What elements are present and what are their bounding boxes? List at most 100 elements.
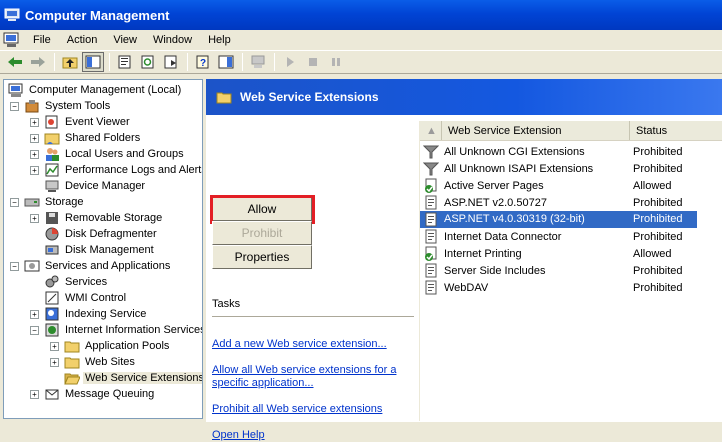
expand-toggle[interactable]: + <box>30 166 39 175</box>
folder-icon <box>64 341 80 353</box>
extension-name: WebDAV <box>444 281 489 294</box>
pause-button[interactable] <box>325 52 347 72</box>
tree-label: Internet Information Services <box>65 324 203 336</box>
extension-cell: All Unknown ISAPI Extensions <box>420 161 627 177</box>
export-list-button[interactable] <box>160 52 182 72</box>
tree-node-disk-defragmenter[interactable]: Disk Defragmenter <box>44 226 159 242</box>
tree-node-web-sites[interactable]: Web Sites <box>64 354 137 370</box>
console-tree[interactable]: Computer Management (Local) − System Too… <box>3 79 203 419</box>
list-item[interactable]: All Unknown ISAPI Extensions Prohibited <box>420 160 722 177</box>
connect-button[interactable] <box>247 52 269 72</box>
add-extension-link[interactable]: Add a new Web service extension... <box>212 338 412 351</box>
folder-icon <box>216 92 232 104</box>
stop-button[interactable] <box>302 52 324 72</box>
open-help-link[interactable]: Open Help <box>212 429 412 442</box>
up-folder-icon <box>62 57 78 69</box>
prohibit-all-link[interactable]: Prohibit all Web service extensions <box>212 403 412 416</box>
tree-label: Disk Management <box>65 244 154 256</box>
details-header: Web Service Extensions <box>206 79 722 115</box>
tree-label: System Tools <box>45 100 111 112</box>
system-menu-icon[interactable] <box>3 32 21 48</box>
back-button[interactable] <box>4 52 26 72</box>
tree-node-shared-folders[interactable]: Shared Folders <box>44 130 142 146</box>
expand-toggle[interactable]: + <box>30 214 39 223</box>
list-item[interactable]: All Unknown CGI Extensions Prohibited <box>420 143 722 160</box>
extension-cell: WebDAV <box>420 280 627 296</box>
extension-cell: ASP.NET v2.0.50727 <box>420 195 627 211</box>
tree-node-system-tools[interactable]: System Tools <box>24 98 112 114</box>
sort-indicator[interactable]: ▲ <box>420 121 442 140</box>
list-item[interactable]: Internet Printing Allowed <box>420 245 722 262</box>
list-item[interactable]: ASP.NET v4.0.30319 (32-bit) Prohibited <box>420 211 722 228</box>
tree-node-iis[interactable]: Internet Information Services <box>44 322 203 338</box>
tree-node-indexing-service[interactable]: Indexing Service <box>44 306 148 322</box>
tree-node-web-service-extensions[interactable]: Web Service Extensions <box>64 370 202 386</box>
up-one-level-button[interactable] <box>59 52 81 72</box>
extension-name: ASP.NET v4.0.30319 (32-bit) <box>444 213 585 225</box>
tree-node-disk-management[interactable]: Disk Management <box>44 242 156 258</box>
help-button[interactable]: ? <box>192 52 214 72</box>
menu-view[interactable]: View <box>105 34 145 46</box>
tree-node-wmi-control[interactable]: WMI Control <box>44 290 128 306</box>
menu-action[interactable]: Action <box>59 34 106 46</box>
list-item[interactable]: Active Server Pages Allowed <box>420 177 722 194</box>
refresh-button[interactable] <box>137 52 159 72</box>
console-tree-icon <box>85 55 101 69</box>
services-icon <box>45 275 59 288</box>
collapse-toggle[interactable]: − <box>10 198 19 207</box>
collapse-toggle[interactable]: − <box>10 102 19 111</box>
folder-icon <box>64 357 80 369</box>
status-cell: Prohibited <box>633 281 683 294</box>
extensions-list[interactable]: ▲ Web Service Extension Status All Unkno… <box>419 121 722 421</box>
list-item[interactable]: ASP.NET v2.0.50727 Prohibited <box>420 194 722 211</box>
tree-label: Shared Folders <box>65 132 141 144</box>
forward-button[interactable] <box>27 52 49 72</box>
tree-node-removable-storage[interactable]: Removable Storage <box>44 210 164 226</box>
show-hide-tree-button[interactable] <box>82 52 104 72</box>
tree-node-application-pools[interactable]: Application Pools <box>64 338 171 354</box>
properties-toolbar-button[interactable] <box>114 52 136 72</box>
tree-node-services[interactable]: Services <box>44 274 109 290</box>
list-item[interactable]: WebDAV Prohibited <box>420 279 722 296</box>
tree-node-performance-logs[interactable]: Performance Logs and Alerts <box>44 162 202 178</box>
prohibited-page-icon <box>425 263 437 277</box>
expand-toggle[interactable]: + <box>30 134 39 143</box>
message-queuing-icon <box>45 389 59 400</box>
allow-all-for-app-link[interactable]: Allow all Web service extensions for a s… <box>212 364 412 390</box>
tree-node-root[interactable]: Computer Management (Local) <box>8 82 183 98</box>
expand-toggle[interactable]: + <box>50 358 59 367</box>
tree-node-services-and-applications[interactable]: Services and Applications <box>24 258 172 274</box>
list-item[interactable]: Server Side Includes Prohibited <box>420 262 722 279</box>
tree-node-event-viewer[interactable]: Event Viewer <box>44 114 132 130</box>
expand-toggle[interactable]: + <box>50 342 59 351</box>
expand-toggle[interactable]: + <box>30 118 39 127</box>
prohibit-button[interactable]: Prohibit <box>212 221 312 245</box>
toolbar-separator <box>274 53 275 71</box>
stop-icon <box>309 58 317 66</box>
tree-node-local-users[interactable]: Local Users and Groups <box>44 146 186 162</box>
tree-node-device-manager[interactable]: Device Manager <box>44 178 147 194</box>
window-titlebar[interactable]: Computer Management <box>0 0 722 30</box>
list-item[interactable]: Internet Data Connector Prohibited <box>420 228 722 245</box>
expand-toggle[interactable]: + <box>30 310 39 319</box>
expand-toggle[interactable]: + <box>30 150 39 159</box>
tree-node-storage[interactable]: Storage <box>24 194 86 210</box>
menu-help[interactable]: Help <box>200 34 239 46</box>
column-header-status[interactable]: Status <box>630 121 722 140</box>
status-cell: Prohibited <box>633 230 683 243</box>
column-header-extension[interactable]: Web Service Extension <box>442 121 630 140</box>
tree-label: WMI Control <box>65 292 127 304</box>
removable-storage-icon <box>46 212 58 224</box>
help-icon: ? <box>196 55 209 69</box>
start-button[interactable] <box>279 52 301 72</box>
users-icon <box>46 148 59 161</box>
collapse-toggle[interactable]: − <box>10 262 19 271</box>
collapse-toggle[interactable]: − <box>30 326 39 335</box>
menu-window[interactable]: Window <box>145 34 200 46</box>
expand-toggle[interactable]: + <box>30 390 39 399</box>
tree-node-message-queuing[interactable]: Message Queuing <box>44 386 156 402</box>
properties-button[interactable]: Properties <box>212 245 312 269</box>
extension-cell: ASP.NET v4.0.30319 (32-bit) <box>420 211 627 228</box>
show-hide-action-pane-button[interactable] <box>215 52 237 72</box>
menu-file[interactable]: File <box>25 34 59 46</box>
